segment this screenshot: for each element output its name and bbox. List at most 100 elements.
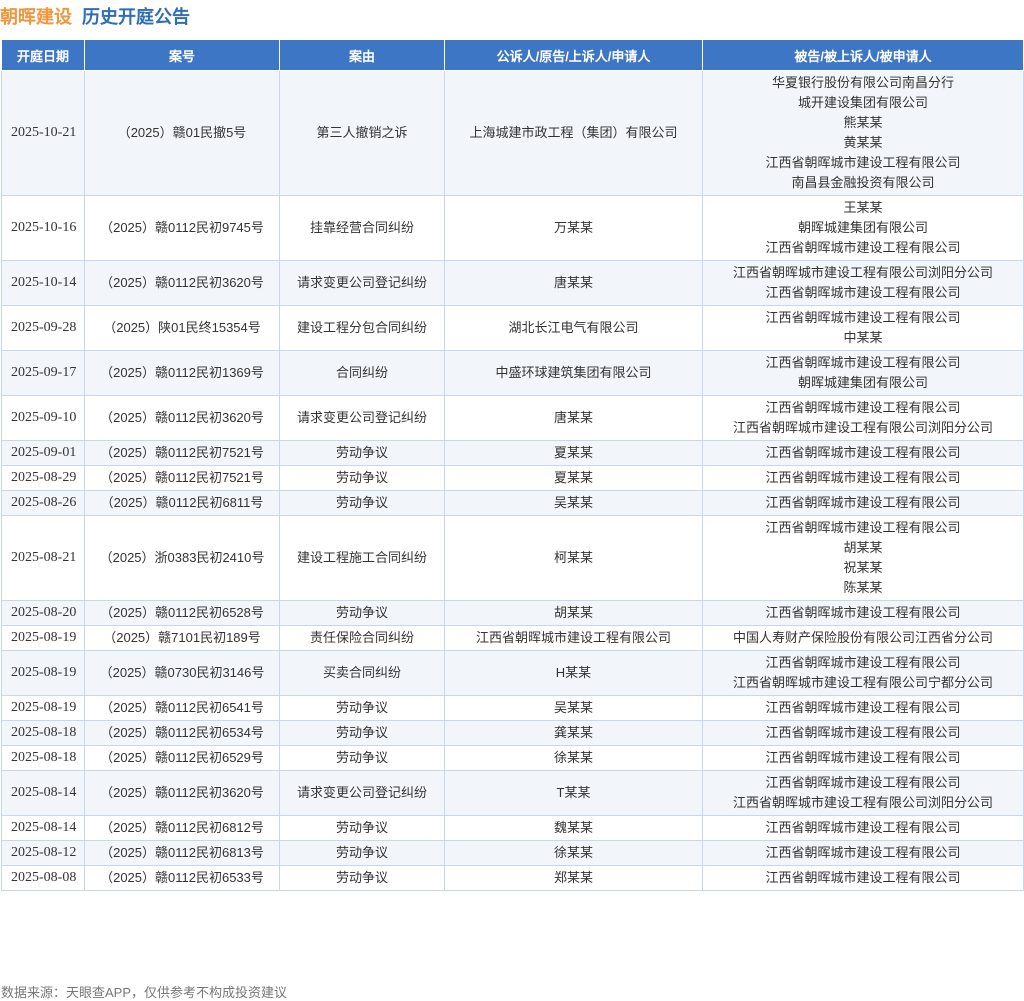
defendant-cell: 江西省朝晖城市建设工程有限公司 江西省朝晖城市建设工程有限公司宁都分公司 xyxy=(702,650,1024,696)
hearing-date-cell: 2025-10-16 xyxy=(1,195,85,261)
hearing-date-cell: 2025-08-12 xyxy=(1,840,85,866)
defendant-name: 江西省朝晖城市建设工程有限公司浏阳分公司 xyxy=(732,265,993,280)
defendant-name: 江西省朝晖城市建设工程有限公司浏阳分公司 xyxy=(732,420,993,435)
defendant-name: 熊某某 xyxy=(843,115,883,130)
hearing-date-cell: 2025-08-19 xyxy=(1,695,85,721)
defendant-cell: 江西省朝晖城市建设工程有限公司 中某某 xyxy=(702,305,1024,351)
table-row: 2025-08-20 （2025）赣0112民初6528号 劳动争议 胡某某 江西省朝晖… xyxy=(1,600,1024,626)
defendant-cell: 王某某 朝晖城建集团有限公司 江西省朝晖城市建设工程有限公司 xyxy=(702,195,1024,261)
table-row: 2025-08-08 （2025）赣0112民初6533号 劳动争议 郑某某 江西省朝晖… xyxy=(1,865,1024,891)
defendant-name: 江西省朝晖城市建设工程有限公司 xyxy=(765,310,961,325)
case-number-cell: （2025）赣0112民初7521号 xyxy=(84,440,280,466)
hearing-date-cell: 2025-09-17 xyxy=(1,350,85,396)
hearing-date-cell: 2025-08-08 xyxy=(1,865,85,891)
case-cause-cell: 责任保险合同纠纷 xyxy=(279,625,445,651)
defendant-name: 江西省朝晖城市建设工程有限公司 xyxy=(765,285,961,300)
page-title: 历史开庭公告 xyxy=(82,7,190,27)
table-row: 2025-09-28 （2025）陕01民终15354号 建设工程分包合同纠纷 湖北长… xyxy=(1,305,1024,351)
defendant-name: 江西省朝晖城市建设工程有限公司 xyxy=(765,495,961,510)
column-header-case-no: 案号 xyxy=(84,39,280,71)
defendant-cell: 江西省朝晖城市建设工程有限公司 xyxy=(702,745,1024,771)
plaintiff-cell: 万某某 xyxy=(444,195,703,261)
defendant-cell: 江西省朝晖城市建设工程有限公司 xyxy=(702,695,1024,721)
defendant-cell: 江西省朝晖城市建设工程有限公司浏阳分公司 江西省朝晖城市建设工程有限公司 xyxy=(702,260,1024,306)
defendant-name: 黄某某 xyxy=(843,135,883,150)
plaintiff-cell: 唐某某 xyxy=(444,395,703,441)
plaintiff-cell: 湖北长江电气有限公司 xyxy=(444,305,703,351)
plaintiff-cell: 郑某某 xyxy=(444,865,703,891)
defendant-name: 江西省朝晖城市建设工程有限公司 xyxy=(765,605,961,620)
defendant-name: 江西省朝晖城市建设工程有限公司 xyxy=(765,750,961,765)
plaintiff-cell: 吴某某 xyxy=(444,695,703,721)
court-hearing-table: 开庭日期 案号 案由 公诉人/原告/上诉人/申请人 被告/被上诉人/被申请人 2… xyxy=(1,39,1024,891)
hearing-date-cell: 2025-09-28 xyxy=(1,305,85,351)
defendant-name: 中某某 xyxy=(843,330,883,345)
hearing-date-cell: 2025-08-21 xyxy=(1,515,85,601)
hearing-date-cell: 2025-10-21 xyxy=(1,70,85,196)
plaintiff-cell: 唐某某 xyxy=(444,260,703,306)
defendant-name: 江西省朝晖城市建设工程有限公司浏阳分公司 xyxy=(732,795,993,810)
table-row: 2025-10-21 （2025）赣01民撤5号 第三人撤销之诉 上海城建市政工程（集… xyxy=(1,70,1024,196)
case-cause-cell: 劳动争议 xyxy=(279,815,445,841)
table-row: 2025-08-18 （2025）赣0112民初6534号 劳动争议 龚某某 江西省朝晖… xyxy=(1,720,1024,746)
defendant-cell: 江西省朝晖城市建设工程有限公司 xyxy=(702,600,1024,626)
table-row: 2025-08-19 （2025）赣7101民初189号 责任保险合同纠纷 江西省朝晖… xyxy=(1,625,1024,651)
defendant-name: 江西省朝晖城市建设工程有限公司 xyxy=(765,700,961,715)
table-header-row: 开庭日期 案号 案由 公诉人/原告/上诉人/申请人 被告/被上诉人/被申请人 xyxy=(1,39,1024,71)
case-number-cell: （2025）赣0112民初3620号 xyxy=(84,770,280,816)
table-row: 2025-08-21 （2025）浙0383民初2410号 建设工程施工合同纠纷 柯某… xyxy=(1,515,1024,601)
defendant-name: 江西省朝晖城市建设工程有限公司 xyxy=(765,775,961,790)
case-number-cell: （2025）赣0112民初6529号 xyxy=(84,745,280,771)
defendant-cell: 江西省朝晖城市建设工程有限公司 胡某某 祝某某 陈某某 xyxy=(702,515,1024,601)
case-number-cell: （2025）陕01民终15354号 xyxy=(84,305,280,351)
table-row: 2025-09-17 （2025）赣0112民初1369号 合同纠纷 中盛环球建筑集团… xyxy=(1,350,1024,396)
defendant-cell: 江西省朝晖城市建设工程有限公司 朝晖城建集团有限公司 xyxy=(702,350,1024,396)
defendant-name: 城开建设集团有限公司 xyxy=(797,95,928,110)
case-cause-cell: 请求变更公司登记纠纷 xyxy=(279,770,445,816)
hearing-date-cell: 2025-09-01 xyxy=(1,440,85,466)
table-row: 2025-08-19 （2025）赣0730民初3146号 买卖合同纠纷 H某某 江西省… xyxy=(1,650,1024,696)
case-cause-cell: 请求变更公司登记纠纷 xyxy=(279,260,445,306)
defendant-cell: 江西省朝晖城市建设工程有限公司 江西省朝晖城市建设工程有限公司浏阳分公司 xyxy=(702,395,1024,441)
case-number-cell: （2025）赣0112民初3620号 xyxy=(84,395,280,441)
table-row: 2025-09-01 （2025）赣0112民初7521号 劳动争议 夏某某 江西省朝晖… xyxy=(1,440,1024,466)
defendant-name: 江西省朝晖城市建设工程有限公司 xyxy=(765,155,961,170)
plaintiff-cell: 中盛环球建筑集团有限公司 xyxy=(444,350,703,396)
case-number-cell: （2025）赣7101民初189号 xyxy=(84,625,280,651)
defendant-name: 陈某某 xyxy=(843,580,883,595)
case-number-cell: （2025）赣0112民初3620号 xyxy=(84,260,280,306)
plaintiff-cell: 上海城建市政工程（集团）有限公司 xyxy=(444,70,703,196)
case-cause-cell: 劳动争议 xyxy=(279,865,445,891)
plaintiff-cell: 吴某某 xyxy=(444,490,703,516)
plaintiff-cell: 魏某某 xyxy=(444,815,703,841)
hearing-date-cell: 2025-10-14 xyxy=(1,260,85,306)
hearing-date-cell: 2025-08-18 xyxy=(1,745,85,771)
defendant-cell: 江西省朝晖城市建设工程有限公司 xyxy=(702,440,1024,466)
hearing-date-cell: 2025-08-29 xyxy=(1,465,85,491)
case-cause-cell: 劳动争议 xyxy=(279,465,445,491)
case-number-cell: （2025）赣0112民初6541号 xyxy=(84,695,280,721)
plaintiff-cell: 柯某某 xyxy=(444,515,703,601)
company-name: 朝晖建设 xyxy=(0,7,72,27)
column-header-defendant: 被告/被上诉人/被申请人 xyxy=(702,39,1024,71)
defendant-name: 王某某 xyxy=(843,200,883,215)
case-cause-cell: 建设工程施工合同纠纷 xyxy=(279,515,445,601)
defendant-cell: 江西省朝晖城市建设工程有限公司 xyxy=(702,465,1024,491)
case-cause-cell: 劳动争议 xyxy=(279,840,445,866)
case-number-cell: （2025）赣0112民初6813号 xyxy=(84,840,280,866)
defendant-name: 江西省朝晖城市建设工程有限公司宁都分公司 xyxy=(732,675,993,690)
defendant-cell: 江西省朝晖城市建设工程有限公司江西省朝晖城市建设工程有限公司浏阳分公司 xyxy=(702,770,1024,816)
defendant-name: 朝晖城建集团有限公司 xyxy=(797,375,928,390)
case-cause-cell: 劳动争议 xyxy=(279,600,445,626)
table-row: 2025-10-16 （2025）赣0112民初9745号 挂靠经营合同纠纷 万某某王… xyxy=(1,195,1024,261)
hearing-date-cell: 2025-08-18 xyxy=(1,720,85,746)
hearing-date-cell: 2025-08-19 xyxy=(1,625,85,651)
case-cause-cell: 挂靠经营合同纠纷 xyxy=(279,195,445,261)
defendant-cell: 江西省朝晖城市建设工程有限公司 xyxy=(702,720,1024,746)
defendant-cell: 江西省朝晖城市建设工程有限公司 xyxy=(702,490,1024,516)
column-header-cause: 案由 xyxy=(279,39,445,71)
plaintiff-cell: 龚某某 xyxy=(444,720,703,746)
plaintiff-cell: 夏某某 xyxy=(444,465,703,491)
case-number-cell: （2025）赣0112民初1369号 xyxy=(84,350,280,396)
hearing-date-cell: 2025-09-10 xyxy=(1,395,85,441)
